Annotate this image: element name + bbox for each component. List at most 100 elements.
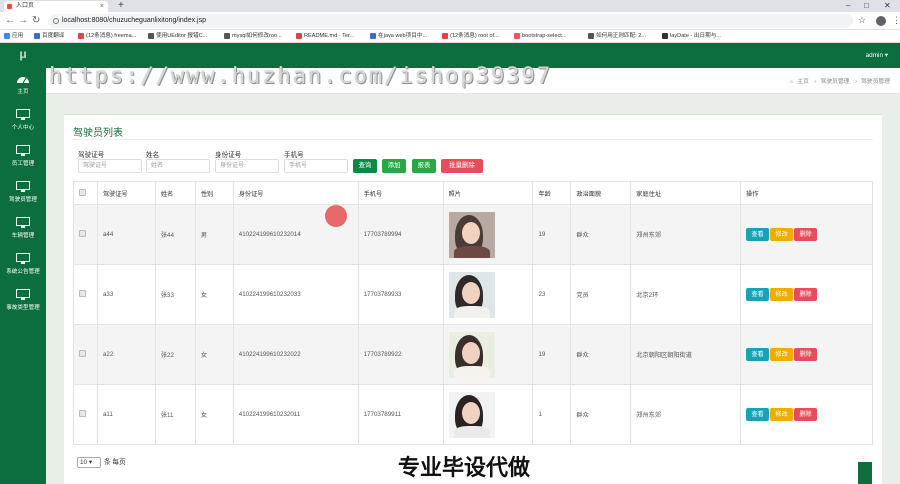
cell-gender: 女 xyxy=(194,384,234,445)
cell-phone: 17703789911 xyxy=(357,384,444,445)
breadcrumb: ⌂ 主页 › 驾驶员管理 › 驾驶员管理 xyxy=(786,76,890,85)
id-card-input[interactable]: 身份证号 xyxy=(215,159,279,173)
reload-icon[interactable]: ↻ xyxy=(32,15,40,27)
delete-button[interactable]: 删除 xyxy=(794,228,818,241)
bookmark-item[interactable]: (12条消息) root of... xyxy=(442,30,499,43)
cell-id-card: 410224199610232022 xyxy=(232,324,359,385)
click-indicator xyxy=(325,205,347,227)
report-button[interactable]: 报表 xyxy=(412,159,436,173)
browser-menu-icon[interactable]: ⋮ xyxy=(892,15,900,26)
select-all-checkbox[interactable] xyxy=(79,188,86,196)
app-logo: μ xyxy=(19,47,27,61)
sidebar-item-vehicles[interactable]: 车辆管理 xyxy=(0,217,46,253)
site-info-icon[interactable] xyxy=(53,18,59,24)
phone-input[interactable]: 手机号 xyxy=(284,159,348,173)
profile-avatar-icon[interactable] xyxy=(876,16,886,26)
column-header[interactable]: 年龄 xyxy=(532,181,572,205)
row-checkbox[interactable] xyxy=(79,290,86,297)
sidebar-item-label: 员工管理 xyxy=(11,161,35,167)
url-input[interactable]: localhost:8080/chuzucheguanlixitong/inde… xyxy=(48,14,853,28)
delete-button[interactable]: 删除 xyxy=(794,348,818,361)
cell-license: a44 xyxy=(96,204,156,265)
edit-button[interactable]: 修改 xyxy=(770,288,794,301)
bookmark-star-icon[interactable]: ☆ xyxy=(858,15,866,26)
minimize-icon[interactable]: – xyxy=(846,0,850,12)
bookmark-item[interactable]: 应用 xyxy=(4,30,23,43)
edit-button[interactable]: 修改 xyxy=(770,408,794,421)
filter-label-license: 驾驶证号 xyxy=(78,152,105,159)
main-content: 驾驶员列表 驾驶证号 驾驶证号 姓名 姓名 身份证号 身份证号 手机号 手机号 … xyxy=(46,94,900,484)
column-header[interactable]: 驾驶证号 xyxy=(96,181,156,205)
sidebar-item-label: 个人中心 xyxy=(11,125,35,131)
view-button[interactable]: 查看 xyxy=(746,288,770,301)
filter-label-id-card: 身份证号 xyxy=(215,152,242,159)
back-icon[interactable]: ← xyxy=(5,15,15,27)
sidebar-item-home[interactable]: 主页 xyxy=(0,73,46,109)
column-header[interactable]: 手机号 xyxy=(357,181,444,205)
bookmark-item[interactable]: 使用UEditor 报错C... xyxy=(148,30,207,43)
forward-icon[interactable]: → xyxy=(18,15,28,27)
edit-button[interactable]: 修改 xyxy=(770,228,794,241)
bookmark-item[interactable]: README.md · Ter... xyxy=(296,30,354,43)
row-checkbox[interactable] xyxy=(79,410,86,417)
delete-button[interactable]: 删除 xyxy=(794,288,818,301)
column-header[interactable]: 姓名 xyxy=(154,181,196,205)
search-button[interactable]: 查询 xyxy=(353,159,377,173)
column-header[interactable]: 政治面貌 xyxy=(570,181,632,205)
bookmark-item[interactable]: bootstrap-select... xyxy=(514,30,566,43)
sidebar-item-staff[interactable]: 员工管理 xyxy=(0,145,46,181)
column-header[interactable]: 家庭住址 xyxy=(630,181,742,205)
row-checkbox[interactable] xyxy=(79,230,86,237)
close-tab-icon[interactable]: × xyxy=(100,1,104,12)
bookmark-item[interactable]: layDate - 出日期与... xyxy=(662,30,721,43)
view-button[interactable]: 查看 xyxy=(746,408,770,421)
row-checkbox[interactable] xyxy=(79,350,86,357)
browser-tab[interactable]: 入口页 × xyxy=(4,1,108,12)
column-header[interactable]: 身份证号 xyxy=(232,181,359,205)
sidebar: μ 主页 个人中心 员工管理 驾驶员管理 车辆管理 系统公告管理 事故类型管理 xyxy=(0,43,46,484)
sidebar-item-announcements[interactable]: 系统公告管理 xyxy=(0,253,46,289)
bookmark-item[interactable]: mysql如何修改roo... xyxy=(224,30,282,43)
back-to-top-button[interactable] xyxy=(858,462,872,484)
new-tab-icon[interactable]: + xyxy=(118,0,124,12)
column-header[interactable]: 性别 xyxy=(194,181,234,205)
delete-button[interactable]: 删除 xyxy=(794,408,818,421)
maximize-icon[interactable]: □ xyxy=(864,0,869,12)
monitor-icon xyxy=(16,289,30,300)
home-icon: ⌂ xyxy=(789,79,794,85)
table-row: a44 张44 男 410224199610232014 17703789994… xyxy=(73,204,873,265)
batch-delete-button[interactable]: 批量删除 xyxy=(441,159,483,173)
view-button[interactable]: 查看 xyxy=(746,228,770,241)
name-input[interactable]: 姓名 xyxy=(146,159,210,173)
page-size-select[interactable]: 10 ▾ xyxy=(77,457,101,468)
window-close-icon[interactable]: ✕ xyxy=(884,0,891,12)
cell-politics: 群众 xyxy=(570,204,632,265)
breadcrumb-home[interactable]: 主页 xyxy=(797,79,809,85)
cell-actions: 查看 修改 删除 xyxy=(740,324,873,385)
license-input[interactable]: 驾驶证号 xyxy=(78,159,142,173)
bookmark-item[interactable]: 如何用正则匹配: 2... xyxy=(588,30,646,43)
url-text: localhost:8080/chuzucheguanlixitong/inde… xyxy=(62,17,206,24)
cell-address: 郑州东郊 xyxy=(630,204,742,265)
cell-address: 北京朝阳区朝阳街道 xyxy=(630,324,742,385)
view-button[interactable]: 查看 xyxy=(746,348,770,361)
sidebar-item-accident-types[interactable]: 事故类型管理 xyxy=(0,289,46,325)
sidebar-item-profile[interactable]: 个人中心 xyxy=(0,109,46,145)
cell-photo xyxy=(442,204,534,265)
edit-button[interactable]: 修改 xyxy=(770,348,794,361)
sidebar-item-drivers[interactable]: 驾驶员管理 xyxy=(0,181,46,217)
monitor-icon xyxy=(16,217,30,228)
cell-photo xyxy=(442,324,534,385)
bookmark-item[interactable]: 百度翻译 xyxy=(34,30,64,43)
driver-table: 驾驶证号 姓名 性别 身份证号 手机号 照片 年龄 政治面貌 家庭住址 操作 a… xyxy=(73,181,873,445)
breadcrumb-section[interactable]: 驾驶员管理 xyxy=(820,79,849,85)
bookmark-item[interactable]: (12条消息) freema... xyxy=(78,30,136,43)
user-menu[interactable]: admin ▾ xyxy=(866,51,888,59)
add-button[interactable]: 添加 xyxy=(382,159,406,173)
breadcrumb-current: 驾驶员管理 xyxy=(861,79,890,85)
column-header: 照片 xyxy=(442,181,534,205)
sidebar-item-label: 事故类型管理 xyxy=(6,305,40,311)
row-select-cell xyxy=(73,264,98,325)
cell-address: 郑州东郊 xyxy=(630,384,742,445)
bookmark-item[interactable]: 在java web项目中... xyxy=(370,30,427,43)
